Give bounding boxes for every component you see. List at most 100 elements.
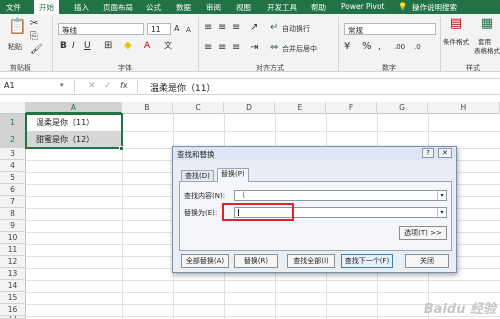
align-top-icon[interactable]: ≡ bbox=[204, 22, 212, 34]
conditional-format-icon[interactable]: ▤ bbox=[447, 17, 465, 30]
decrease-decimal-icon[interactable]: .0 bbox=[414, 41, 421, 53]
tab-file[interactable]: 文件 bbox=[6, 2, 21, 13]
row-header-4[interactable]: 4 bbox=[0, 160, 26, 172]
conditional-format-button[interactable]: 条件格式 bbox=[443, 36, 469, 46]
orientation-icon[interactable]: ↗ bbox=[250, 22, 258, 34]
options-button[interactable]: 选项(T) >> bbox=[399, 226, 447, 240]
percent-icon[interactable]: % bbox=[362, 41, 372, 53]
cell-a2[interactable]: 甜蜜是你（12） bbox=[36, 134, 94, 145]
tab-replace[interactable]: 替换(P) bbox=[217, 168, 249, 182]
tab-power-pivot[interactable]: Power Pivot bbox=[341, 2, 384, 11]
italic-icon[interactable]: I bbox=[72, 40, 75, 52]
indent-icon[interactable]: ⇥ bbox=[250, 42, 258, 54]
tab-developer[interactable]: 开发工具 bbox=[267, 2, 297, 13]
row-header-6[interactable]: 6 bbox=[0, 184, 26, 196]
merge-center-icon[interactable]: ⇔ bbox=[270, 42, 278, 54]
wrap-text-icon[interactable]: ↵ bbox=[270, 22, 278, 34]
cancel-icon[interactable]: ✕ bbox=[88, 81, 96, 91]
font-name-select[interactable]: 等线 bbox=[58, 23, 144, 35]
copy-icon[interactable]: ⎘ bbox=[30, 31, 38, 43]
column-header-d[interactable]: D bbox=[224, 102, 275, 114]
tab-review[interactable]: 审阅 bbox=[206, 2, 221, 13]
underline-icon[interactable]: U bbox=[84, 40, 91, 52]
font-color-icon[interactable]: A bbox=[144, 40, 150, 52]
tab-help[interactable]: 帮助 bbox=[311, 2, 326, 13]
row-header-2[interactable]: 2 bbox=[0, 131, 26, 148]
grow-font-icon[interactable]: A bbox=[174, 23, 179, 35]
align-left-icon[interactable]: ≡ bbox=[204, 42, 212, 54]
column-header-f[interactable]: F bbox=[326, 102, 377, 114]
paste-button-label[interactable]: 粘贴 bbox=[8, 42, 22, 52]
bold-icon[interactable]: B bbox=[60, 40, 67, 52]
cell-a1[interactable]: 温柔是你（11） bbox=[36, 117, 94, 128]
align-middle-icon[interactable]: ≡ bbox=[218, 22, 226, 34]
column-header-c[interactable]: C bbox=[173, 102, 224, 114]
paste-icon[interactable]: 📋 bbox=[8, 19, 27, 34]
row-header-15[interactable]: 15 bbox=[0, 292, 26, 304]
name-box[interactable]: A1 bbox=[4, 81, 62, 92]
fill-handle[interactable] bbox=[119, 146, 124, 151]
find-dropdown-icon[interactable]: ▾ bbox=[437, 191, 446, 200]
row-header-14[interactable]: 14 bbox=[0, 280, 26, 292]
name-box-dropdown-icon[interactable]: ▾ bbox=[60, 81, 64, 89]
align-center-icon[interactable]: ≡ bbox=[218, 42, 226, 54]
borders-icon[interactable]: ⊞ bbox=[104, 40, 112, 52]
tab-page-layout[interactable]: 页面布局 bbox=[103, 2, 133, 13]
row-header-13[interactable]: 13 bbox=[0, 268, 26, 280]
enter-icon[interactable]: ✓ bbox=[104, 81, 112, 91]
tab-view[interactable]: 视图 bbox=[236, 2, 251, 13]
increase-decimal-icon[interactable]: .00 bbox=[394, 41, 405, 53]
tab-data[interactable]: 数据 bbox=[176, 2, 191, 13]
highlight-box bbox=[222, 203, 294, 221]
column-header-b[interactable]: B bbox=[122, 102, 173, 114]
ribbon-tab-bar: 文件 开始 插入 页面布局 公式 数据 审阅 视图 开发工具 帮助 Power … bbox=[0, 0, 500, 14]
tab-home[interactable]: 开始 bbox=[34, 0, 59, 14]
divider bbox=[440, 17, 441, 71]
row-header-11[interactable]: 11 bbox=[0, 244, 26, 256]
column-header-h[interactable]: H bbox=[428, 102, 500, 114]
phonetic-icon[interactable]: 文 bbox=[164, 40, 172, 52]
wrap-text-button[interactable]: 自动换行 bbox=[282, 24, 310, 34]
column-header-e[interactable]: E bbox=[275, 102, 326, 114]
close-button[interactable]: 关闭 bbox=[405, 254, 449, 268]
row-header-10[interactable]: 10 bbox=[0, 232, 26, 244]
row-header-3[interactable]: 3 bbox=[0, 148, 26, 160]
tab-formulas[interactable]: 公式 bbox=[146, 2, 161, 13]
replace-button[interactable]: 替换(R) bbox=[234, 254, 278, 268]
close-icon[interactable]: ✕ bbox=[438, 148, 452, 158]
row-header-16[interactable]: 16 bbox=[0, 304, 26, 316]
align-right-icon[interactable]: ≡ bbox=[232, 42, 240, 54]
cut-icon[interactable]: ✂ bbox=[30, 18, 38, 30]
row-header-1[interactable]: 1 bbox=[0, 114, 26, 131]
tab-insert[interactable]: 插入 bbox=[74, 2, 89, 13]
watermark: Baidu 经验 bbox=[423, 302, 496, 317]
formula-bar: A1 ▾ ✕ ✓ fx 温柔是你（11） bbox=[0, 78, 500, 95]
number-format-select[interactable]: 常规 bbox=[344, 23, 436, 35]
table-format-icon[interactable]: ▦ bbox=[478, 17, 496, 30]
formula-input[interactable]: 温柔是你（11） bbox=[150, 81, 215, 94]
row-header-9[interactable]: 9 bbox=[0, 220, 26, 232]
table-format-button-line2[interactable]: 表格格式 bbox=[474, 45, 500, 55]
comma-icon[interactable]: , bbox=[378, 41, 381, 53]
column-header-g[interactable]: G bbox=[377, 102, 428, 114]
find-what-input[interactable]: （ ▾ bbox=[234, 190, 447, 201]
row-header-8[interactable]: 8 bbox=[0, 208, 26, 220]
currency-icon[interactable]: ¥ bbox=[344, 41, 350, 53]
font-size-select[interactable]: 11 bbox=[147, 23, 171, 35]
row-header-12[interactable]: 12 bbox=[0, 256, 26, 268]
insert-function-icon[interactable]: fx bbox=[120, 81, 128, 90]
help-button[interactable]: ? bbox=[422, 148, 434, 158]
align-bottom-icon[interactable]: ≡ bbox=[232, 22, 240, 34]
find-all-button[interactable]: 查找全部(I) bbox=[287, 254, 335, 268]
format-painter-icon[interactable]: 🖌 bbox=[30, 44, 43, 56]
find-next-button[interactable]: 查找下一个(F) bbox=[341, 254, 393, 268]
shrink-font-icon[interactable]: A bbox=[186, 24, 191, 36]
replace-dropdown-icon[interactable]: ▾ bbox=[437, 208, 446, 217]
row-header-5[interactable]: 5 bbox=[0, 172, 26, 184]
row-header-7[interactable]: 7 bbox=[0, 196, 26, 208]
tell-me-search[interactable]: 操作说明搜索 bbox=[412, 2, 457, 13]
merge-center-button[interactable]: 合并后居中 bbox=[282, 44, 317, 54]
select-all-corner[interactable] bbox=[0, 102, 26, 114]
replace-all-button[interactable]: 全部替换(A) bbox=[181, 254, 229, 268]
fill-color-icon[interactable]: ◆ bbox=[124, 40, 132, 52]
